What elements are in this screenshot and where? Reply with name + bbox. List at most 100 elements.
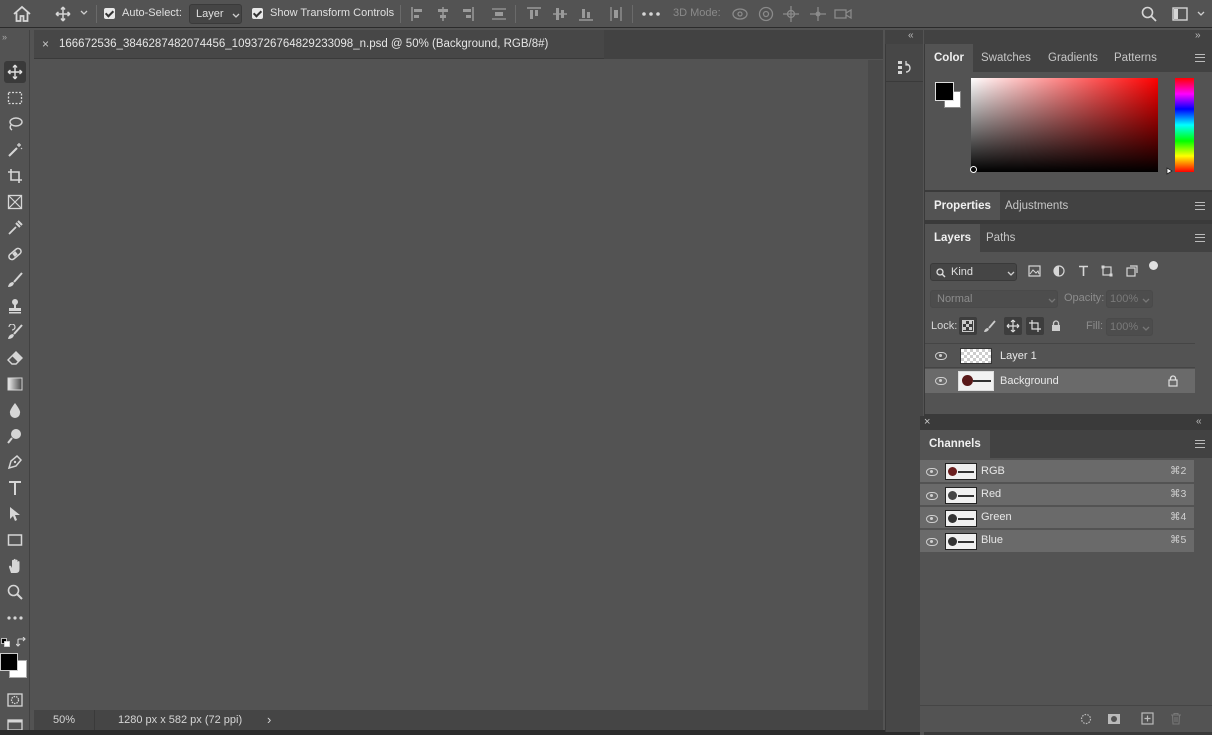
zoom-level[interactable]: 50% [53, 714, 75, 726]
align-horizontal-centers-icon[interactable] [436, 6, 450, 22]
filter-pixel-layers-icon[interactable] [1028, 265, 1041, 277]
filter-type-layers-icon[interactable] [1078, 265, 1089, 277]
blur-tool-icon[interactable] [4, 399, 26, 421]
swap-colors-icon[interactable] [16, 637, 27, 648]
tab-channels[interactable]: Channels [920, 430, 990, 458]
distribute-horizontal-icon[interactable] [608, 6, 624, 22]
tab-gradients[interactable]: Gradients [1039, 44, 1107, 72]
channel-row[interactable]: RGB ⌘2 [920, 460, 1194, 483]
tab-patterns[interactable]: Patterns [1105, 44, 1166, 72]
search-icon[interactable] [1141, 6, 1157, 22]
lasso-tool-icon[interactable] [4, 113, 26, 135]
tab-paths[interactable]: Paths [977, 224, 1024, 252]
tab-color[interactable]: Color [925, 44, 974, 72]
close-panel-icon[interactable]: × [924, 416, 930, 428]
delete-channel-icon[interactable] [1170, 712, 1182, 725]
collapse-panel-icon[interactable]: « [1196, 416, 1202, 427]
panel-menu-icon[interactable] [1195, 234, 1205, 242]
frame-tool-icon[interactable] [4, 191, 26, 213]
3d-orbit-icon[interactable] [731, 6, 749, 22]
layer-filter-kind-dropdown[interactable]: Kind [930, 263, 1017, 281]
workspace-icon[interactable] [1172, 7, 1188, 21]
healing-brush-tool-icon[interactable] [4, 243, 26, 265]
visibility-eye-icon[interactable] [935, 352, 947, 360]
layer-row-selected[interactable]: Background [925, 369, 1195, 393]
gradient-tool-icon[interactable] [4, 373, 26, 395]
path-selection-tool-icon[interactable] [4, 503, 26, 525]
marquee-tool-icon[interactable] [4, 87, 26, 109]
move-tool-icon[interactable] [4, 61, 26, 83]
saturation-brightness-field[interactable] [971, 78, 1158, 172]
layer-name[interactable]: Background [1000, 375, 1059, 387]
filter-toggle-icon[interactable] [1149, 261, 1158, 270]
tool-preset-chevron-icon[interactable] [80, 10, 88, 16]
visibility-eye-icon[interactable] [926, 492, 938, 500]
visibility-eye-icon[interactable] [926, 538, 938, 546]
distribute-vertical-icon[interactable] [491, 6, 507, 22]
close-document-icon[interactable]: × [42, 37, 49, 51]
collapse-dock-icon[interactable]: » [1195, 30, 1201, 41]
eyedropper-tool-icon[interactable] [4, 217, 26, 239]
tab-adjustments[interactable]: Adjustments [996, 192, 1077, 220]
quick-mask-icon[interactable] [4, 689, 26, 711]
channels-panel-titlebar[interactable]: × « [920, 416, 1212, 430]
save-selection-as-channel-icon[interactable] [1107, 713, 1121, 725]
zoom-tool-icon[interactable] [4, 581, 26, 603]
3d-camera-icon[interactable] [834, 7, 852, 21]
vertical-scrollbar[interactable] [868, 60, 883, 710]
lock-position-icon[interactable] [1004, 317, 1022, 335]
channel-row[interactable]: Red ⌘3 [920, 484, 1194, 506]
default-colors-icon[interactable] [1, 638, 10, 647]
load-channel-selection-icon[interactable] [1080, 713, 1092, 725]
3d-slide-icon[interactable] [809, 6, 827, 22]
fill-field[interactable]: 100% [1106, 318, 1153, 336]
home-icon[interactable] [12, 5, 32, 23]
move-tool-icon[interactable] [54, 6, 72, 22]
filter-smart-objects-icon[interactable] [1126, 265, 1138, 277]
clone-stamp-tool-icon[interactable] [4, 295, 26, 317]
tab-swatches[interactable]: Swatches [972, 44, 1040, 72]
hue-slider[interactable] [1175, 78, 1194, 172]
color-picker-handle[interactable] [970, 166, 977, 173]
3d-pan-icon[interactable] [783, 5, 799, 23]
layer-row[interactable]: Layer 1 [925, 343, 1195, 368]
collapse-icon-strip-icon[interactable]: « [908, 30, 914, 41]
panel-menu-icon[interactable] [1195, 54, 1205, 62]
filter-shape-layers-icon[interactable] [1101, 265, 1113, 277]
color-foreground-swatch[interactable] [935, 82, 954, 101]
hand-tool-icon[interactable] [4, 555, 26, 577]
visibility-eye-icon[interactable] [926, 468, 938, 476]
edit-toolbar-icon[interactable] [4, 607, 26, 629]
new-channel-icon[interactable] [1141, 712, 1154, 725]
lock-all-icon[interactable] [1051, 320, 1061, 332]
tab-properties[interactable]: Properties [925, 192, 1000, 220]
magic-wand-tool-icon[interactable] [4, 139, 26, 161]
channel-row[interactable]: Green ⌘4 [920, 507, 1194, 529]
hue-slider-handle[interactable] [1166, 167, 1173, 175]
align-top-edges-icon[interactable] [526, 6, 542, 22]
filter-adjustment-layers-icon[interactable] [1053, 265, 1065, 277]
crop-tool-icon[interactable] [4, 165, 26, 187]
channel-row[interactable]: Blue ⌘5 [920, 530, 1194, 552]
visibility-eye-icon[interactable] [935, 377, 947, 385]
foreground-color-swatch[interactable] [0, 653, 18, 671]
3d-roll-icon[interactable] [758, 5, 774, 23]
align-right-edges-icon[interactable] [461, 6, 475, 22]
auto-select-checkbox[interactable] [104, 8, 115, 19]
tab-layers[interactable]: Layers [925, 224, 981, 252]
document-canvas[interactable] [34, 60, 868, 710]
history-brush-tool-icon[interactable] [4, 321, 26, 343]
brush-tool-icon[interactable] [4, 269, 26, 291]
opacity-field[interactable]: 100% [1106, 290, 1153, 308]
panel-menu-icon[interactable] [1195, 440, 1205, 448]
lock-transparent-pixels-icon[interactable] [959, 317, 977, 335]
history-panel-button[interactable] [886, 50, 923, 82]
auto-select-dropdown[interactable]: Layer [189, 4, 242, 24]
show-transform-checkbox[interactable] [252, 8, 263, 19]
dodge-tool-icon[interactable] [4, 425, 26, 447]
align-bottom-edges-icon[interactable] [578, 6, 594, 22]
collapse-toolbar-icon[interactable]: » [2, 32, 7, 42]
visibility-eye-icon[interactable] [926, 515, 938, 523]
layer-name[interactable]: Layer 1 [1000, 350, 1037, 362]
pen-tool-icon[interactable] [4, 451, 26, 473]
